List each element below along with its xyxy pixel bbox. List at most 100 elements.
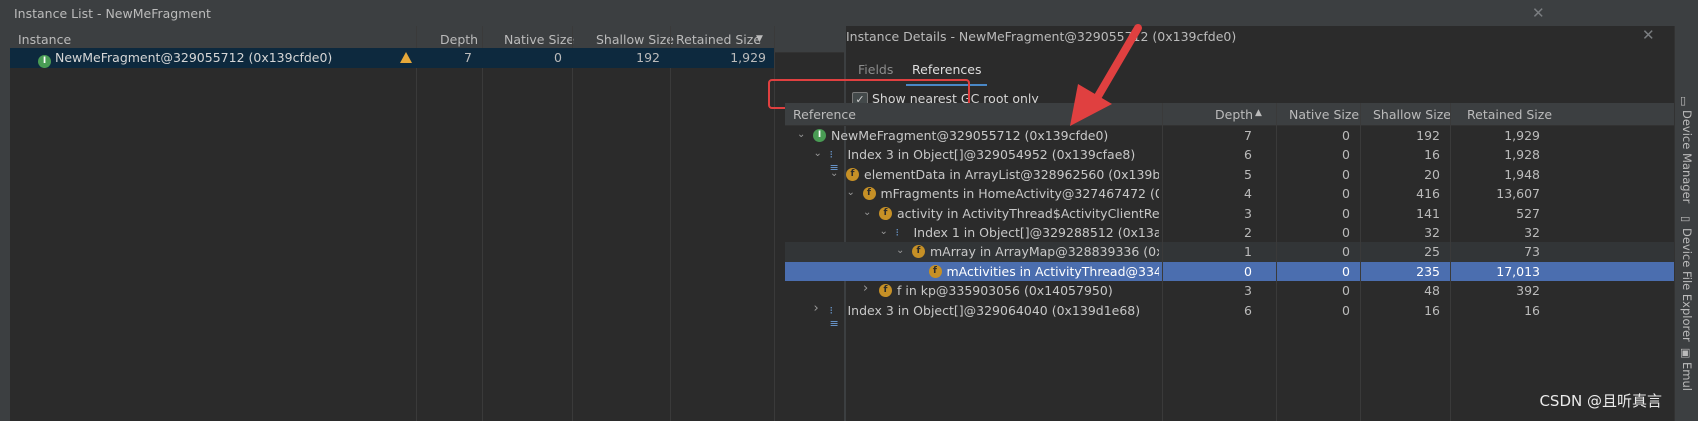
cell-depth: 6 — [1244, 302, 1252, 318]
chevron-down-icon[interactable]: ⌄ — [847, 187, 855, 198]
cell-retained: 1,948 — [1504, 166, 1540, 182]
cell-depth: 5 — [1244, 166, 1252, 182]
col-retained-size[interactable]: Retained Size — [676, 32, 761, 47]
cell-depth: 7 — [464, 50, 472, 65]
cell-native: 0 — [1342, 147, 1350, 163]
field-icon: f — [879, 284, 892, 298]
table-row[interactable]: ⌄ I NewMeFragment@329055712 (0x139cfde0) 7 0… — [785, 126, 1674, 145]
chevron-right-icon[interactable]: › — [814, 301, 819, 316]
sort-asc-icon: ▲ — [1255, 108, 1262, 118]
annotation-arrow — [1070, 24, 1142, 126]
table-row[interactable]: › f f in kp@335903056 (0x14057950) 3 0 48 392 — [785, 281, 1674, 300]
reference-name: Index 3 in Object[]@329064040 (0x139d1e6… — [847, 302, 1141, 318]
cell-shallow: 235 — [1416, 263, 1440, 279]
cell-native: 0 — [1342, 225, 1350, 240]
tool-window-header: Instance List - NewMeFragment ✕ — [0, 0, 1698, 27]
cell-retained: 13,607 — [1496, 186, 1540, 202]
cell-shallow: 16 — [1424, 147, 1440, 163]
cell-native: 0 — [1342, 302, 1350, 318]
chevron-down-icon[interactable]: ⌄ — [863, 207, 871, 218]
device-manager-icon[interactable]: ▯ — [1680, 94, 1686, 107]
cell-depth: 3 — [1244, 205, 1252, 221]
col-instance[interactable]: Instance — [18, 32, 71, 47]
table-row[interactable]: › ⁝≡ Index 3 in Object[]@329064040 (0x139d… — [785, 301, 1674, 330]
tab-fields[interactable]: Fields — [858, 62, 893, 77]
device-file-explorer-icon[interactable]: ▭ — [1680, 212, 1690, 225]
reference-name: activity in ActivityThread$ActivityClien… — [897, 205, 1159, 221]
close-details-icon[interactable]: ✕ — [1642, 26, 1655, 44]
field-icon: f — [862, 187, 876, 201]
cell-retained: 16 — [1524, 302, 1540, 318]
cell-depth: 7 — [1244, 128, 1252, 143]
col-ref-native[interactable]: Native Size — [1289, 107, 1359, 122]
field-icon: f — [928, 264, 942, 278]
instance-name: NewMeFragment@329055712 (0x139cfde0) — [55, 50, 333, 65]
col-ref-retained[interactable]: Retained Size — [1467, 107, 1552, 122]
cell-native: 0 — [1342, 166, 1350, 182]
col-native-size[interactable]: Native Size — [504, 32, 574, 47]
cell-retained: 1,928 — [1504, 147, 1540, 163]
tab-references[interactable]: References — [905, 62, 988, 87]
cell-retained: 17,013 — [1496, 263, 1540, 279]
field-icon: f — [846, 167, 859, 181]
right-window-title: Instance Details - NewMeFragment@3290557… — [846, 29, 1237, 44]
cell-native: 0 — [1342, 128, 1350, 143]
table-row[interactable]: ⌄ ⁝≡ Index 1 in Object[]@329288512 (0x13a0… — [785, 223, 1674, 252]
warning-icon — [400, 52, 412, 63]
reference-name: Index 1 in Object[]@329288512 (0x13a08b4… — [913, 225, 1160, 240]
chevron-down-icon[interactable]: ⌄ — [896, 245, 904, 256]
table-row[interactable]: ⌄ f activity in ActivityThread$ActivityCli… — [785, 204, 1674, 223]
cell-retained: 392 — [1516, 283, 1540, 299]
cell-retained: 1,929 — [730, 50, 766, 65]
cell-retained: 73 — [1524, 244, 1540, 260]
array-icon: ⁝≡ — [895, 226, 905, 252]
reference-table: ⌄ I NewMeFragment@329055712 (0x139cfde0) 7 0… — [785, 126, 1674, 421]
emulator-tab[interactable]: Emul — [1680, 362, 1694, 391]
col-ref-shallow[interactable]: Shallow Size — [1373, 107, 1451, 122]
reference-table-header: Reference Depth ▲ Native Size Shallow Si… — [785, 103, 1674, 126]
cell-retained: 1,929 — [1504, 128, 1540, 143]
sort-desc-icon: ▼ — [756, 34, 763, 44]
table-row[interactable]: ⌄ f mFragments in HomeActivity@327467472 (… — [785, 184, 1674, 203]
cell-shallow: 416 — [1416, 186, 1440, 202]
col-depth[interactable]: Depth — [440, 32, 478, 47]
col-reference[interactable]: Reference — [793, 107, 856, 122]
table-row[interactable]: I NewMeFragment@329055712 (0x139cfde0) 7… — [10, 48, 774, 68]
reference-name: mFragments in HomeActivity@327467472 (0x… — [880, 186, 1160, 202]
right-tool-sidebar: ▯ Device Manager ▭ Device File Explorer … — [1674, 26, 1698, 421]
cell-native: 0 — [554, 50, 562, 65]
reference-name: mArray in ArrayMap@328839336 (0x1399b0a8… — [930, 244, 1159, 260]
table-row[interactable]: f mActivities in ActivityThread@334766152… — [785, 261, 1674, 282]
reference-name: Index 3 in Object[]@329054952 (0x139cfae… — [847, 147, 1136, 163]
table-row[interactable]: ⌄ ⁝≡ Index 3 in Object[]@329054952 (0x139c… — [785, 145, 1674, 175]
reference-name: f in kp@335903056 (0x14057950) — [897, 283, 1113, 299]
table-row[interactable]: ⌄ f elementData in ArrayList@328962560 (0x… — [785, 165, 1674, 184]
field-icon: f — [912, 245, 925, 259]
table-row[interactable]: ⌄ f mArray in ArrayMap@328839336 (0x1399b0… — [785, 242, 1674, 262]
instance-icon: I — [813, 129, 826, 142]
emulator-icon[interactable]: ▣ — [1680, 346, 1690, 359]
col-shallow-size[interactable]: Shallow Size — [596, 32, 674, 47]
cell-depth: 4 — [1244, 186, 1252, 202]
chevron-down-icon[interactable]: ⌄ — [797, 129, 805, 140]
chevron-down-icon[interactable]: ⌄ — [814, 148, 822, 159]
cell-retained: 32 — [1524, 225, 1540, 240]
cell-shallow: 25 — [1424, 244, 1440, 260]
col-ref-depth[interactable]: Depth — [1215, 107, 1253, 122]
device-manager-tab[interactable]: Device Manager — [1680, 110, 1694, 203]
cell-depth: 0 — [1244, 263, 1252, 279]
array-icon: ⁝≡ — [829, 148, 839, 175]
cell-shallow: 16 — [1424, 302, 1440, 318]
cell-native: 0 — [1342, 205, 1350, 221]
chevron-down-icon[interactable]: ⌄ — [830, 168, 838, 179]
chevron-down-icon[interactable]: ⌄ — [880, 226, 888, 237]
cell-native: 0 — [1342, 244, 1350, 260]
device-file-explorer-tab[interactable]: Device File Explorer — [1680, 228, 1694, 342]
field-icon: f — [879, 206, 892, 220]
instance-list-panel: Instance Depth Native Size Shallow Size … — [10, 26, 844, 421]
chevron-right-icon[interactable]: › — [863, 281, 868, 296]
array-icon: ⁝≡ — [829, 303, 839, 330]
close-left-window-icon[interactable]: ✕ — [1532, 4, 1545, 22]
reference-name: mActivities in ActivityThread@334766152 — [946, 263, 1160, 279]
cell-shallow: 48 — [1424, 283, 1440, 299]
